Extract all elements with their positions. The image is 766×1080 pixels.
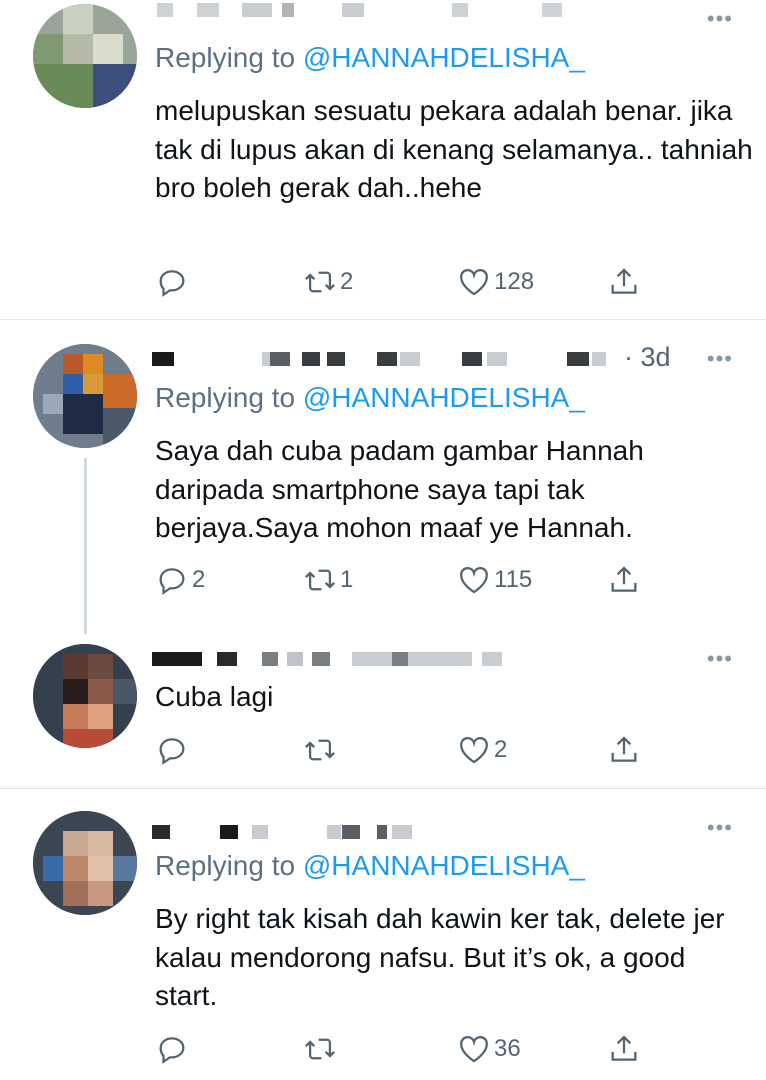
replying-to: Replying to @HANNAHDELISHA_ xyxy=(155,850,585,882)
like-button[interactable]: 128 xyxy=(457,264,534,300)
replying-to-handle[interactable]: @HANNAHDELISHA_ xyxy=(303,850,585,881)
reply-icon xyxy=(159,738,185,765)
share-button[interactable] xyxy=(607,264,641,300)
reply-button[interactable] xyxy=(155,1031,189,1067)
reply-icon xyxy=(159,270,185,297)
like-icon xyxy=(460,269,488,296)
share-icon xyxy=(611,1035,637,1061)
retweet-count: 2 xyxy=(340,268,354,295)
reply-icon xyxy=(159,568,185,595)
like-count: 115 xyxy=(494,566,533,593)
retweet-icon xyxy=(305,1038,335,1060)
retweet-icon xyxy=(305,739,335,761)
replying-to-label: Replying to xyxy=(155,42,296,73)
reply-icon xyxy=(159,1037,185,1064)
replying-to-label: Replying to xyxy=(155,850,296,881)
share-button[interactable] xyxy=(607,732,641,768)
reply-button[interactable]: 2 xyxy=(155,562,205,598)
share-icon xyxy=(611,268,637,294)
tweet-text: By right tak kisah dah kawin ker tak, de… xyxy=(155,903,725,1011)
retweet-button[interactable]: 1 xyxy=(303,562,353,598)
reply-button[interactable] xyxy=(155,732,189,768)
more-icon[interactable]: ••• xyxy=(707,6,733,32)
like-button[interactable]: 36 xyxy=(457,1031,521,1067)
replying-to: Replying to @HANNAHDELISHA_ xyxy=(155,42,585,74)
like-count: 128 xyxy=(494,268,535,295)
reply-button[interactable] xyxy=(155,264,189,300)
tweet-3[interactable]: ••• Cuba lagi 2 xyxy=(0,640,766,788)
share-icon xyxy=(611,736,637,762)
tweet-text: Cuba lagi xyxy=(155,681,274,712)
tweet-actions: 2 128 xyxy=(155,264,655,304)
tweet-actions: 2 xyxy=(155,732,655,772)
more-icon[interactable]: ••• xyxy=(707,346,733,372)
share-button[interactable] xyxy=(607,1031,641,1067)
retweet-button[interactable]: 2 xyxy=(303,264,353,300)
retweet-button[interactable] xyxy=(303,732,337,768)
reply-count: 2 xyxy=(192,566,206,593)
thread-line xyxy=(84,458,87,634)
avatar[interactable] xyxy=(33,4,137,108)
avatar[interactable] xyxy=(33,644,137,748)
more-icon[interactable]: ••• xyxy=(707,815,733,841)
timestamp[interactable]: · 3d xyxy=(624,342,671,373)
retweet-count: 1 xyxy=(340,566,354,593)
like-icon xyxy=(460,737,488,764)
retweet-button[interactable] xyxy=(303,1031,337,1067)
like-icon xyxy=(460,567,488,594)
replying-to: Replying to @HANNAHDELISHA_ xyxy=(155,382,585,414)
tweet-text: Saya dah cuba padam gambar Hannah daripa… xyxy=(155,435,644,543)
avatar[interactable] xyxy=(33,344,137,448)
like-icon xyxy=(460,1036,488,1063)
more-icon[interactable]: ••• xyxy=(707,646,733,672)
retweet-icon xyxy=(305,271,335,293)
replying-to-handle[interactable]: @HANNAHDELISHA_ xyxy=(303,42,585,73)
tweet-2[interactable]: · 3d ••• Replying to @HANNAHDELISHA_ Say… xyxy=(0,320,766,640)
tweet-actions: 2 1 115 xyxy=(155,562,655,602)
share-button[interactable] xyxy=(607,562,641,598)
tweet-text: melupuskan sesuatu pekara adalah benar. … xyxy=(155,95,753,203)
replying-to-label: Replying to xyxy=(155,382,296,413)
like-button[interactable]: 115 xyxy=(457,562,532,598)
tweet-1[interactable]: ••• Replying to @HANNAHDELISHA_ melupusk… xyxy=(0,0,766,320)
like-count: 2 xyxy=(494,736,508,763)
like-button[interactable]: 2 xyxy=(457,732,507,768)
like-count: 36 xyxy=(494,1035,521,1062)
avatar[interactable] xyxy=(33,811,137,915)
replying-to-handle[interactable]: @HANNAHDELISHA_ xyxy=(303,382,585,413)
tweet-4[interactable]: ••• Replying to @HANNAHDELISHA_ By right… xyxy=(0,789,766,1080)
tweet-actions: 36 xyxy=(155,1031,655,1071)
retweet-icon xyxy=(305,569,335,591)
share-icon xyxy=(611,566,637,592)
